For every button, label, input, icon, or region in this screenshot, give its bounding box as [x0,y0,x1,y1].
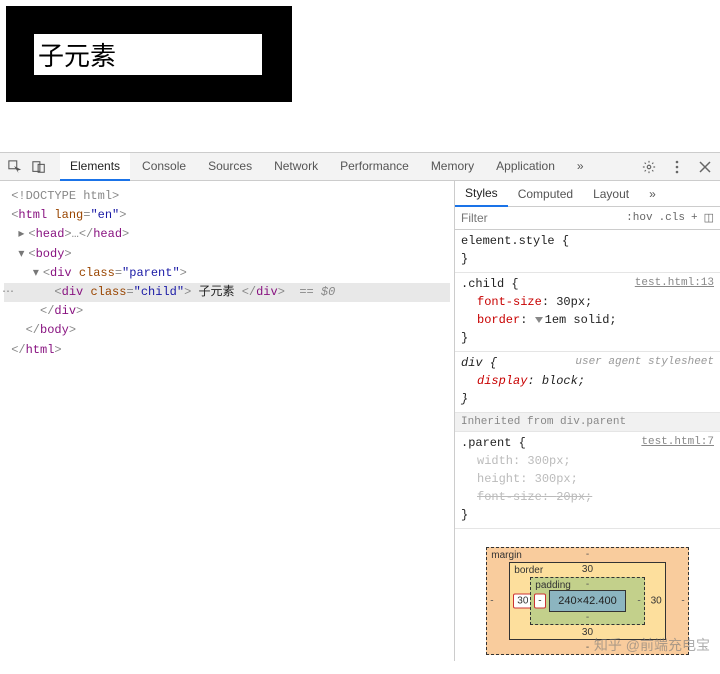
source-link[interactable]: test.html:7 [641,434,714,451]
tab-more[interactable]: » [567,153,594,181]
pane-toggle-icon[interactable]: ◫ [704,211,714,225]
elements-tree[interactable]: <!DOCTYPE html> <html lang="en"> ▸<head>… [0,181,454,661]
ellipsis-icon: ⋯ [2,283,14,302]
inspect-icon[interactable] [6,158,24,176]
ua-stylesheet-label: user agent stylesheet [575,354,714,371]
inherited-from-row: Inherited from div.parent [455,413,720,432]
tab-application[interactable]: Application [486,153,565,181]
rule-child[interactable]: test.html:13 .child { font-size: 30px; b… [455,273,720,352]
expand-icon[interactable]: ▸ [18,225,28,244]
rule-element-style[interactable]: element.style { } [455,230,720,273]
child-element: 子元素 [34,34,262,75]
selected-dom-node[interactable]: ⋯ <div class="child"> 子元素 </div> == $0 [4,283,450,302]
dom-doctype: <!DOCTYPE html> [11,189,119,203]
source-link[interactable]: test.html:13 [635,275,714,292]
kebab-icon[interactable] [668,158,686,176]
collapse-icon[interactable]: ▾ [18,245,28,264]
rule-div-ua[interactable]: user agent stylesheet div { display: blo… [455,352,720,413]
box-model-diagram[interactable]: margin - - - - border 30 30 30 30 paddin… [455,529,720,673]
close-icon[interactable] [696,158,714,176]
tab-sources[interactable]: Sources [198,153,262,181]
cls-toggle[interactable]: .cls [659,212,685,224]
tab-memory[interactable]: Memory [421,153,484,181]
new-rule-button[interactable]: + [691,212,698,224]
rule-parent[interactable]: test.html:7 .parent { width: 300px; heig… [455,432,720,529]
tab-network[interactable]: Network [264,153,328,181]
rendered-page: 子元素 [0,0,720,108]
styles-pane: Styles Computed Layout » :hov .cls + ◫ e… [454,181,720,661]
devtools-toolbar: Elements Console Sources Network Perform… [0,153,720,181]
gear-icon[interactable] [640,158,658,176]
tab-performance[interactable]: Performance [330,153,419,181]
tab-styles-more[interactable]: » [639,182,666,206]
parent-element: 子元素 [6,6,292,102]
styles-filter-input[interactable] [455,207,626,229]
devtools-panel: Elements Console Sources Network Perform… [0,152,720,661]
collapse-icon[interactable]: ▾ [33,264,43,283]
expand-shorthand-icon[interactable] [535,317,543,323]
tab-layout[interactable]: Layout [583,182,639,206]
tab-console[interactable]: Console [132,153,196,181]
tab-computed[interactable]: Computed [508,182,583,206]
hov-toggle[interactable]: :hov [626,212,652,224]
tab-elements[interactable]: Elements [60,153,130,181]
box-content-size: 240×42.400 [549,590,625,612]
device-toolbar-icon[interactable] [30,158,48,176]
tab-styles[interactable]: Styles [455,181,508,207]
devtools-tabs: Elements Console Sources Network Perform… [60,153,640,181]
